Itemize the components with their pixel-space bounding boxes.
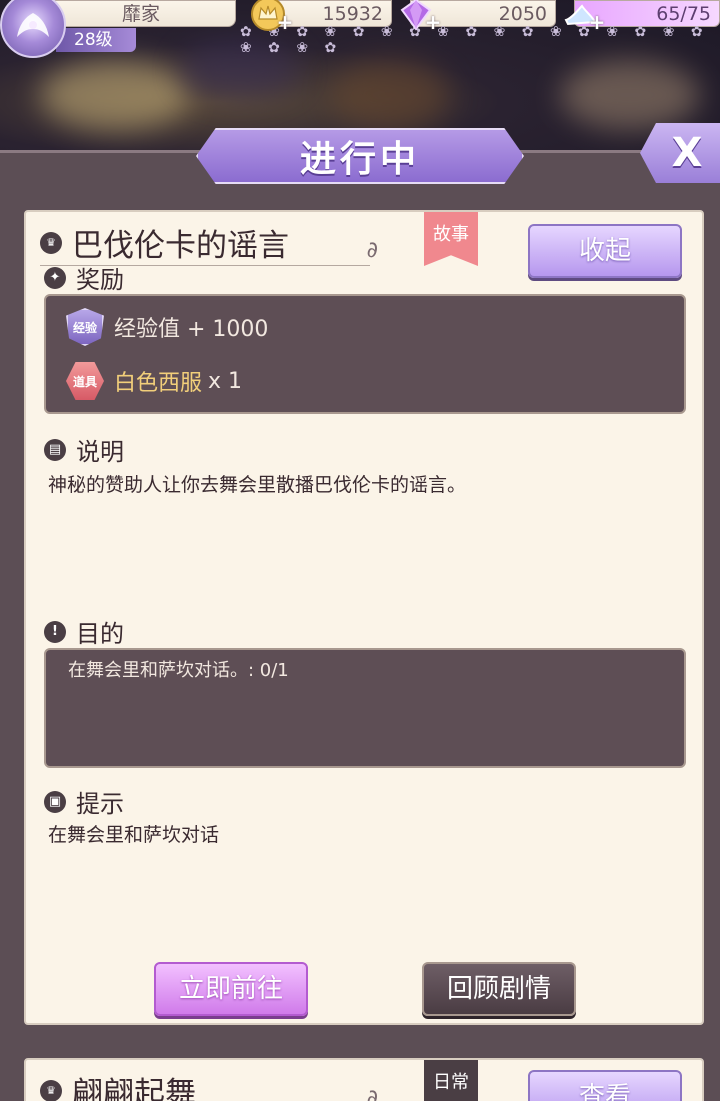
- goal-section-label: 目的: [76, 620, 124, 648]
- hint-section-label: 提示: [76, 790, 124, 818]
- goal-box: 在舞会里和萨坎对话。: 0/1: [44, 648, 686, 768]
- status-bar: 靡家 28级 15932 + 2050 + 65/75 + ✿ ❀ ✿ ❀ ✿ …: [0, 0, 720, 58]
- player-name: 靡家: [46, 0, 236, 27]
- item-reward-count: x 1: [208, 368, 243, 394]
- desc-section-header: ▤ 说明: [44, 432, 124, 467]
- collapse-button[interactable]: 收起: [528, 224, 682, 278]
- exp-reward-text: 经验值 + 1000: [114, 317, 269, 342]
- wings-icon: [17, 13, 49, 37]
- item-badge-icon: 道具: [66, 362, 104, 400]
- energy-value: 65/75: [656, 3, 711, 25]
- next-quest-type-tag: 日常: [424, 1060, 478, 1101]
- swirl-ornament: ∂: [366, 1086, 378, 1101]
- reward-exp: 经验 经验值 + 1000: [66, 308, 268, 346]
- quest-hint: 在舞会里和萨坎对话: [48, 824, 220, 846]
- scene-blur-object: [330, 60, 450, 130]
- gem-value: 2050: [498, 3, 547, 25]
- rose-vine-ornament: ✿ ❀ ✿ ❀ ✿ ❀ ✿ ❀ ✿ ❀ ✿ ❀ ✿ ❀ ✿ ❀ ✿ ❀ ✿ ❀ …: [240, 24, 709, 56]
- goal-text: 在舞会里和萨坎对话。: 0/1: [68, 660, 289, 681]
- hint-section-header: ▣ 提示: [44, 784, 124, 819]
- desc-section-label: 说明: [76, 438, 124, 466]
- quest-title: 巴伐伦卡的谣言: [72, 228, 289, 264]
- panel-title: 进行中: [196, 128, 524, 184]
- review-story-button[interactable]: 回顾剧情: [422, 962, 576, 1016]
- next-quest-title: 翩翩起舞: [72, 1076, 196, 1101]
- note-icon: ▣: [44, 790, 66, 813]
- scene-blur-object: [40, 60, 190, 130]
- close-button[interactable]: X: [640, 123, 720, 183]
- go-now-button[interactable]: 立即前往: [154, 962, 308, 1016]
- reward-section-header: ✦ 奖励: [44, 260, 124, 295]
- item-reward-name: 白色西服: [114, 371, 203, 396]
- next-quest-card[interactable]: ♛ 翩翩起舞 ∂ 日常 查看: [24, 1058, 704, 1101]
- add-energy-button[interactable]: +: [588, 12, 606, 32]
- quest-description: 神秘的赞助人让你去舞会里散播巴伐伦卡的谣言。: [48, 474, 467, 496]
- exp-badge-icon: 经验: [66, 308, 104, 346]
- quest-type-tag: 故事: [424, 212, 478, 266]
- close-icon: X: [671, 130, 703, 176]
- view-button[interactable]: 查看: [528, 1070, 682, 1101]
- book-icon: ▤: [44, 438, 66, 461]
- reward-section-label: 奖励: [76, 266, 124, 294]
- gold-value: 15932: [322, 3, 383, 25]
- exclamation-icon: !: [44, 620, 66, 643]
- scene-blur-object: [560, 60, 700, 130]
- add-gold-button[interactable]: +: [276, 12, 294, 32]
- add-gem-button[interactable]: +: [424, 12, 442, 32]
- crown-icon: ♛: [40, 1079, 62, 1101]
- next-quest-title-row: ♛ 翩翩起舞 ∂: [40, 1068, 378, 1101]
- gift-icon: ✦: [44, 266, 66, 289]
- reward-item[interactable]: 道具 白色西服 x 1: [66, 362, 242, 400]
- player-level: 28级: [56, 28, 136, 52]
- goal-section-header: ! 目的: [44, 614, 124, 649]
- reward-box: 经验 经验值 + 1000 道具 白色西服 x 1: [44, 294, 686, 414]
- quest-card: ♛ 巴伐伦卡的谣言 ∂ 故事 收起 ✦ 奖励 经验 经验值 + 1000 道具 …: [24, 210, 704, 1025]
- crown-icon: ♛: [40, 231, 62, 254]
- swirl-ornament: ∂: [366, 238, 378, 263]
